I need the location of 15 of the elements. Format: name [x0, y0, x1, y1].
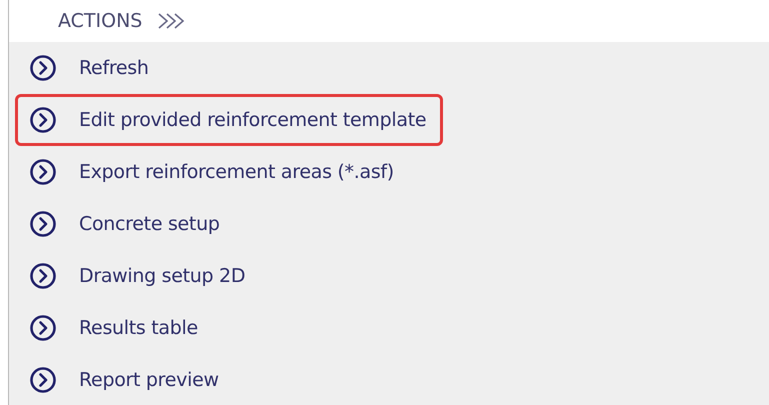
- action-link[interactable]: Report preview: [79, 369, 219, 391]
- chevron-circle-icon: [29, 262, 57, 290]
- action-link[interactable]: Export reinforcement areas (*.asf): [79, 161, 394, 183]
- chevron-circle-icon: [29, 210, 57, 238]
- chevron-circle-icon: [29, 106, 57, 134]
- chevron-circle-icon: [29, 54, 57, 82]
- action-link[interactable]: Edit provided reinforcement template: [79, 109, 426, 131]
- action-link[interactable]: Refresh: [79, 57, 149, 79]
- action-link[interactable]: Results table: [79, 317, 198, 339]
- panel-title: ACTIONS: [58, 10, 142, 32]
- chevron-circle-icon: [29, 366, 57, 394]
- action-link[interactable]: Concrete setup: [79, 213, 220, 235]
- chevron-circle-icon: [29, 158, 57, 186]
- chevron-circle-icon: [29, 314, 57, 342]
- action-link[interactable]: Drawing setup 2D: [79, 265, 246, 287]
